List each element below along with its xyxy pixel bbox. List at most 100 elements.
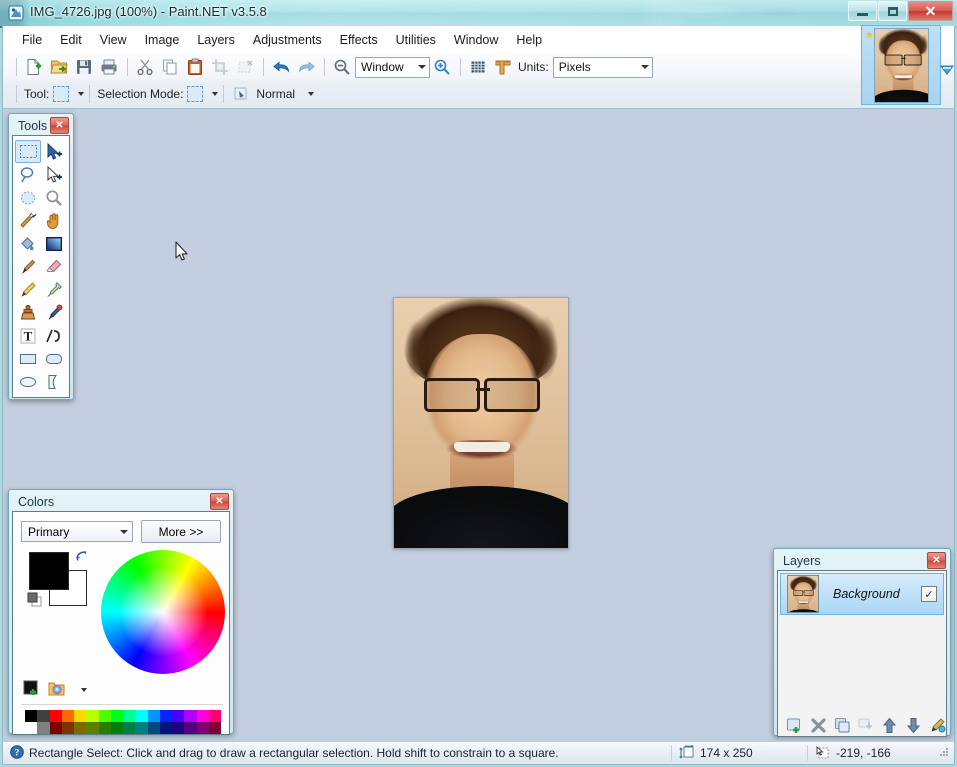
layer-properties-button[interactable] — [928, 716, 946, 734]
color-swatch-palette[interactable] — [25, 710, 221, 734]
which-color-combo[interactable]: Primary — [21, 521, 133, 542]
add-new-layer-button[interactable] — [786, 716, 804, 734]
color-swatch[interactable] — [37, 722, 50, 734]
color-swatch[interactable] — [172, 710, 185, 722]
copy-button[interactable] — [158, 56, 182, 79]
move-selection-tool[interactable] — [41, 163, 67, 186]
color-swatch[interactable] — [49, 722, 62, 734]
layers-palette[interactable]: Layers ✕ Background ✓ — [773, 548, 951, 737]
menu-item-view[interactable]: View — [91, 28, 136, 52]
zoom-level-combo[interactable]: Window — [355, 56, 430, 78]
color-swatch[interactable] — [98, 710, 111, 722]
more-colors-button[interactable]: More >> — [141, 520, 221, 543]
image-strip-expand-icon[interactable] — [939, 62, 955, 81]
reset-colors-icon[interactable] — [27, 592, 43, 611]
menu-item-file[interactable]: File — [13, 28, 51, 52]
tools-palette-header[interactable]: Tools ✕ — [12, 117, 70, 135]
crop-to-selection-button[interactable] — [208, 56, 232, 79]
ellipse-select-tool[interactable] — [15, 186, 41, 209]
color-swatch[interactable] — [61, 722, 74, 734]
color-swatch[interactable] — [74, 722, 87, 734]
new-image-button[interactable] — [22, 56, 46, 79]
colors-palette-close-button[interactable]: ✕ — [210, 493, 229, 510]
tools-palette[interactable]: Tools ✕ T — [8, 113, 74, 400]
color-swatch[interactable] — [110, 722, 123, 734]
blend-mode-dropdown-button[interactable] — [299, 84, 314, 104]
redo-button[interactable] — [294, 56, 318, 79]
resize-grip-icon[interactable] — [938, 746, 950, 761]
menu-item-help[interactable]: Help — [507, 27, 552, 52]
image-strip[interactable]: ★ — [861, 25, 941, 105]
title-bar[interactable]: IMG_4726.jpg (100%) - Paint.NET v3.5.8 ✕ — [0, 0, 957, 26]
color-swatch[interactable] — [196, 722, 209, 734]
color-picker-tool[interactable] — [41, 278, 67, 301]
minimize-button[interactable] — [848, 1, 877, 21]
paintbrush-tool[interactable] — [15, 255, 41, 278]
color-swatch[interactable] — [159, 710, 172, 722]
gradient-tool[interactable] — [41, 232, 67, 255]
zoom-in-button[interactable] — [430, 56, 454, 79]
colors-palette[interactable]: Colors ✕ Primary More >> — [8, 489, 234, 735]
paint-bucket-tool[interactable] — [15, 232, 41, 255]
print-image-button[interactable] — [97, 56, 121, 79]
layer-row[interactable]: Background ✓ — [780, 573, 944, 615]
colors-palette-header[interactable]: Colors ✕ — [12, 493, 230, 511]
palette-dropdown-icon[interactable] — [81, 688, 87, 692]
color-swatch[interactable] — [196, 710, 209, 722]
color-swatch[interactable] — [110, 710, 123, 722]
color-swatch[interactable] — [74, 710, 87, 722]
color-swatch[interactable] — [25, 710, 38, 722]
color-swatch[interactable] — [123, 722, 136, 734]
menu-item-layers[interactable]: Layers — [188, 28, 244, 52]
units-combo[interactable]: Pixels — [552, 56, 653, 78]
primary-color-swatch[interactable] — [29, 552, 69, 590]
color-swatch[interactable] — [135, 710, 148, 722]
color-swatch[interactable] — [172, 722, 185, 734]
rectangle-select-tool[interactable] — [15, 140, 41, 163]
move-selected-tool[interactable] — [41, 140, 67, 163]
rounded-rectangle-tool[interactable] — [41, 347, 67, 370]
color-swatch[interactable] — [25, 722, 38, 734]
ellipse-shape-tool[interactable] — [15, 370, 41, 393]
pan-tool[interactable] — [41, 209, 67, 232]
color-swatch[interactable] — [49, 710, 62, 722]
open-image-button[interactable] — [47, 56, 71, 79]
color-swatch[interactable] — [147, 710, 160, 722]
pencil-tool[interactable] — [15, 278, 41, 301]
menu-item-utilities[interactable]: Utilities — [387, 28, 445, 52]
layer-visibility-checkbox[interactable]: ✓ — [921, 586, 937, 602]
clone-stamp-tool[interactable] — [15, 301, 41, 324]
color-swatch[interactable] — [37, 710, 50, 722]
canvas-image[interactable] — [393, 297, 569, 549]
color-swatch[interactable] — [86, 722, 99, 734]
menu-item-window[interactable]: Window — [445, 28, 507, 52]
color-swatch[interactable] — [86, 710, 99, 722]
layers-palette-close-button[interactable]: ✕ — [927, 552, 946, 569]
freeform-shape-tool[interactable] — [41, 370, 67, 393]
move-layer-down-button[interactable] — [904, 716, 922, 734]
menu-item-adjustments[interactable]: Adjustments — [244, 28, 331, 52]
save-image-button[interactable] — [72, 56, 96, 79]
color-swatch[interactable] — [123, 710, 136, 722]
color-wheel[interactable] — [101, 550, 225, 674]
delete-layer-button[interactable] — [810, 716, 828, 734]
duplicate-layer-button[interactable] — [833, 716, 851, 734]
text-tool[interactable]: T — [15, 324, 41, 347]
rectangle-shape-tool[interactable] — [15, 347, 41, 370]
swap-colors-icon[interactable] — [75, 550, 89, 565]
tools-palette-close-button[interactable]: ✕ — [50, 117, 69, 134]
magic-wand-tool[interactable] — [15, 209, 41, 232]
menu-item-image[interactable]: Image — [136, 28, 189, 52]
zoom-out-button[interactable] — [330, 56, 354, 79]
color-swatch[interactable] — [184, 722, 197, 734]
color-swatch[interactable] — [147, 722, 160, 734]
show-grid-button[interactable] — [466, 56, 490, 79]
paste-button[interactable] — [183, 56, 207, 79]
add-color-to-palette-icon[interactable] — [23, 680, 40, 700]
move-layer-up-button[interactable] — [881, 716, 899, 734]
color-swatch[interactable] — [208, 722, 221, 734]
color-swatch[interactable] — [98, 722, 111, 734]
cut-button[interactable] — [133, 56, 157, 79]
deselect-all-button[interactable] — [233, 56, 257, 79]
recolor-tool[interactable] — [41, 301, 67, 324]
